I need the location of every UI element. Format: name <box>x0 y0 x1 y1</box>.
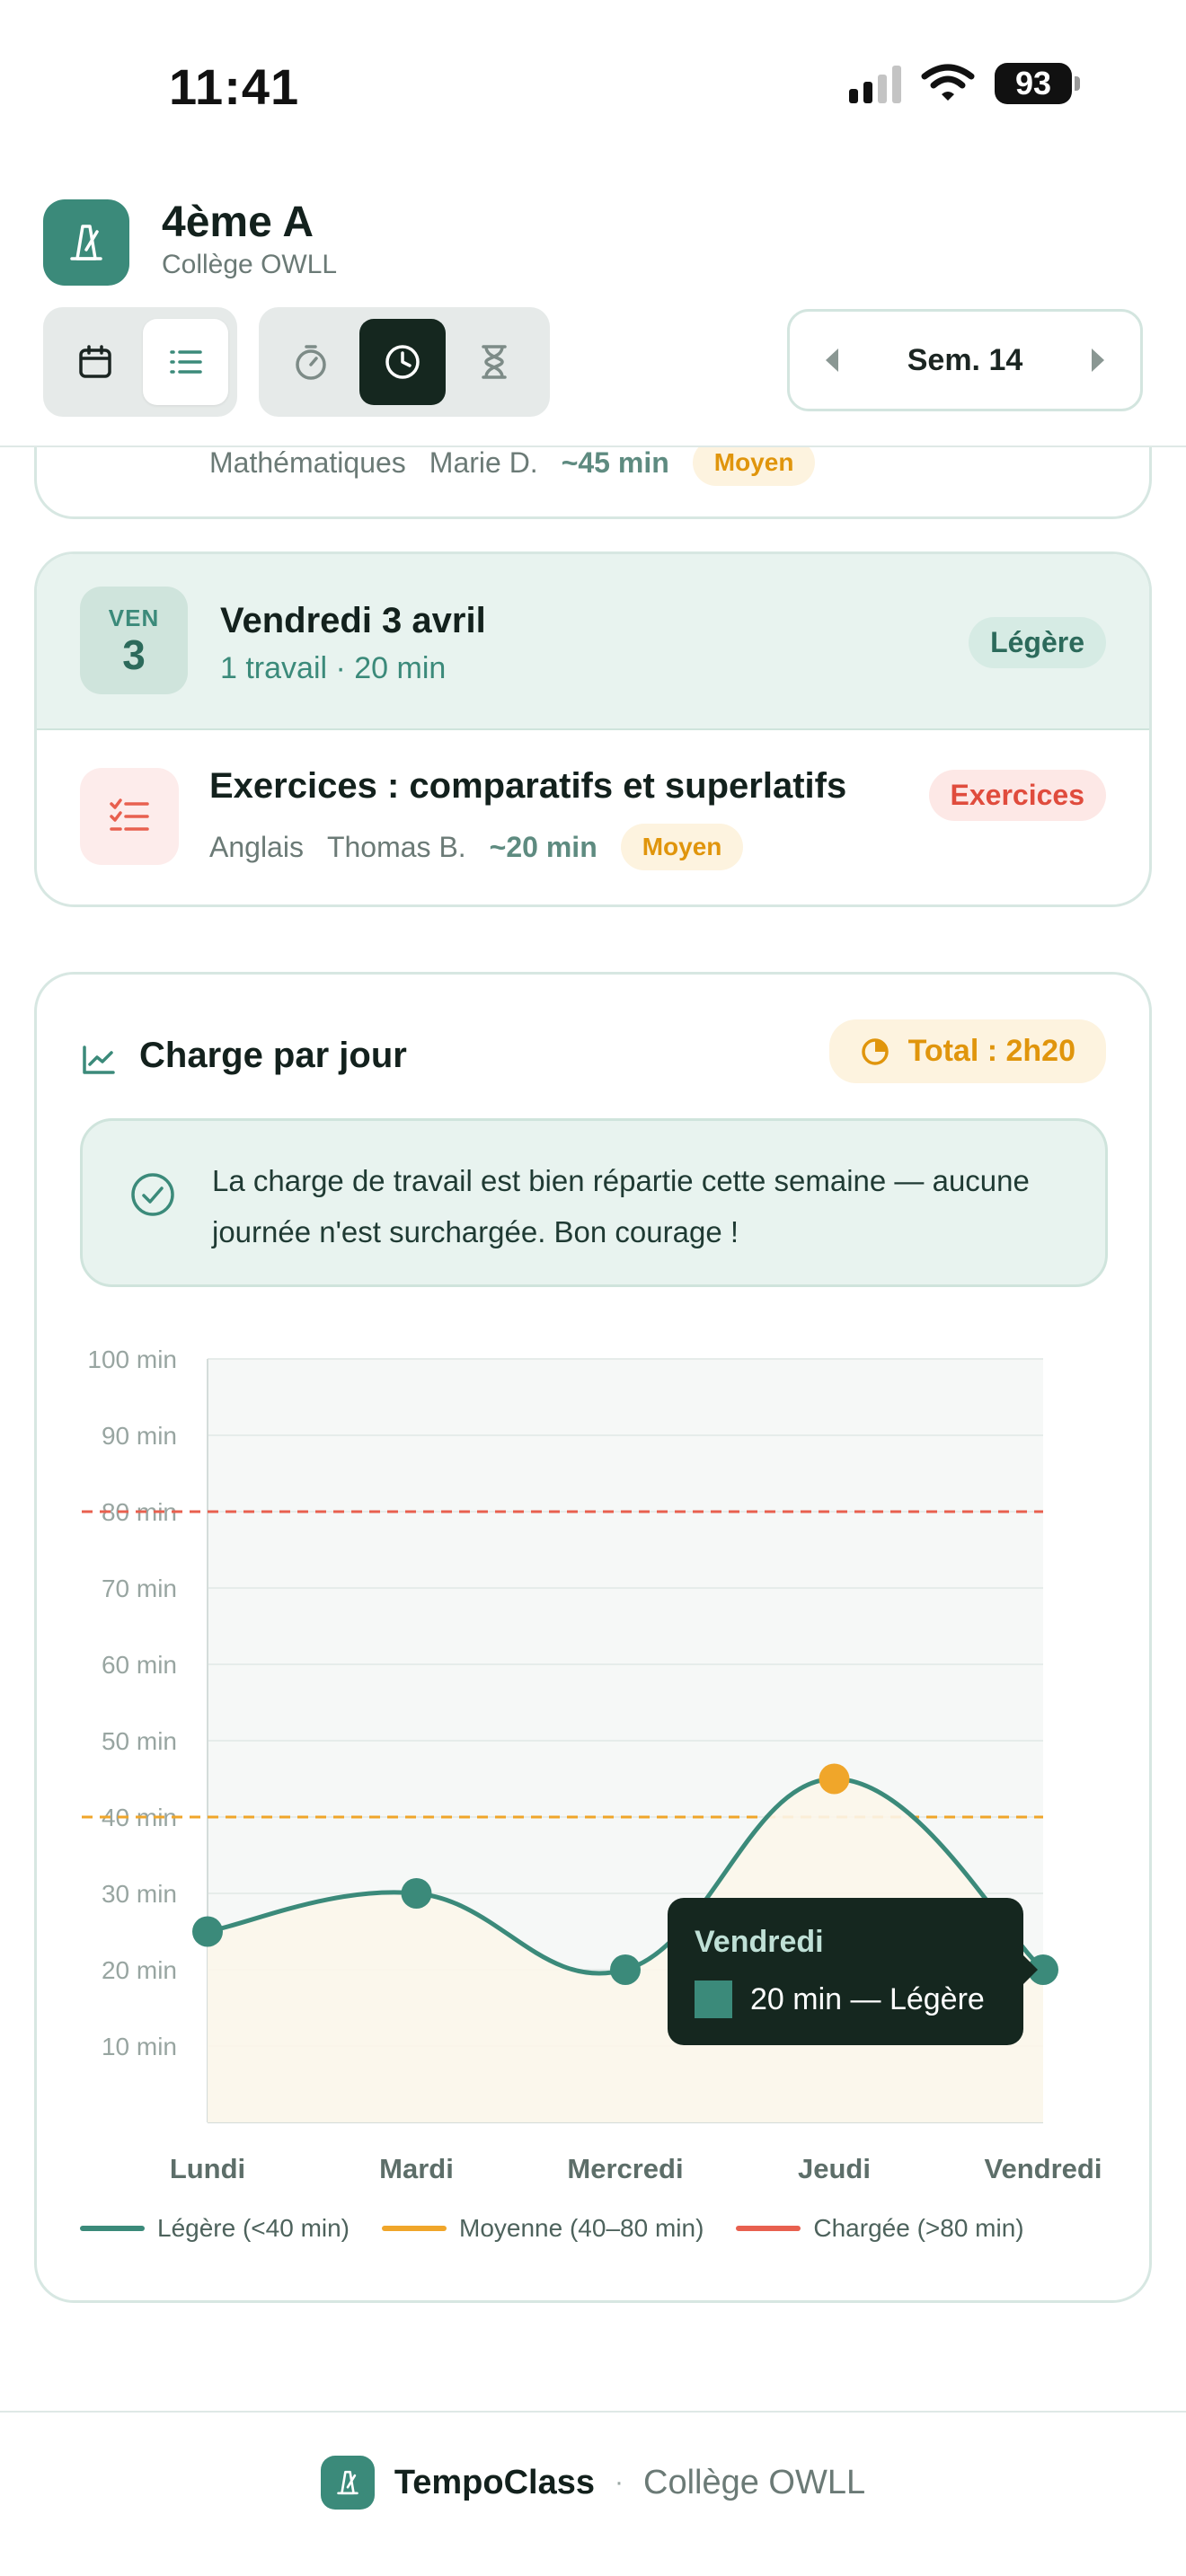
checklist-icon <box>80 768 179 865</box>
y-tick-label: 90 min <box>102 1422 177 1450</box>
timer-icon <box>296 345 326 380</box>
timer-mode-button[interactable] <box>268 319 354 405</box>
next-week-button[interactable] <box>1084 345 1110 375</box>
date-badge-weekday: VEN <box>108 604 160 631</box>
y-tick-label: 100 min <box>87 1345 177 1373</box>
y-tick-label: 20 min <box>102 1956 177 1984</box>
y-tick-label: 70 min <box>102 1575 177 1602</box>
task-teacher: Marie D. <box>429 446 538 479</box>
day-title: Vendredi 3 avril <box>220 601 486 640</box>
calendar-view-button[interactable] <box>52 319 137 405</box>
task-title[interactable]: Exercices : comparatifs et superlatifs <box>209 766 846 807</box>
metronome-logo-icon <box>320 2456 375 2510</box>
task-duration: ~20 min <box>489 830 597 863</box>
y-tick-label: 10 min <box>102 2033 177 2060</box>
prev-week-button[interactable] <box>820 345 845 375</box>
legend-label: Chargée (>80 min) <box>813 2214 1024 2242</box>
battery-icon: 93 <box>995 63 1080 104</box>
task-meta: Anglais Thomas B. ~20 min Moyen <box>209 824 744 870</box>
legend-item-chargee: Chargée (>80 min) <box>736 2214 1024 2243</box>
clock-mode-button[interactable] <box>359 319 446 405</box>
app-footer: TempoClass · Collège OWLL <box>0 2456 1186 2510</box>
x-tick-label: Jeudi <box>798 2153 871 2184</box>
app-header: 4ème A Collège OWLL Sem. 14 <box>0 171 1186 447</box>
chart-legend: Légère (<40 min) Moyenne (40–80 min) Cha… <box>80 2214 1024 2243</box>
school-name: Collège OWLL <box>162 250 338 279</box>
week-label: Sem. 14 <box>907 342 1023 377</box>
status-icons: 93 <box>849 63 1080 104</box>
status-time: 11:41 <box>169 58 300 115</box>
legend-label: Moyenne (40–80 min) <box>459 2214 704 2242</box>
footer-separator: · <box>615 2467 624 2497</box>
legend-item-legere: Légère (<40 min) <box>80 2214 350 2243</box>
footer-app-name: TempoClass <box>394 2463 595 2501</box>
data-point-jeudi <box>819 1763 850 1795</box>
x-tick-label: Mercredi <box>567 2153 683 2184</box>
view-toggle <box>43 307 237 417</box>
day-card-header: VEN 3 Vendredi 3 avril 1 travail · 20 mi… <box>37 554 1149 730</box>
chart-tooltip <box>668 1898 1023 2045</box>
task-teacher: Thomas B. <box>326 830 466 863</box>
x-tick-label: Mardi <box>379 2153 454 2184</box>
task-subject: Anglais <box>209 830 304 863</box>
calendar-icon <box>78 345 111 378</box>
workload-line-chart[interactable]: 100 min90 min80 min70 min60 min50 min40 … <box>37 975 1152 2303</box>
class-title: 4ème A <box>162 198 314 246</box>
data-point-mercredi <box>610 1954 641 1985</box>
hourglass-icon <box>482 345 507 379</box>
x-tick-label: Lundi <box>170 2153 245 2184</box>
hourglass-mode-button[interactable] <box>451 319 537 405</box>
day-card-friday[interactable]: VEN 3 Vendredi 3 avril 1 travail · 20 mi… <box>34 551 1152 907</box>
mode-toggle <box>259 307 550 417</box>
week-navigator: Sem. 14 <box>787 309 1143 411</box>
wifi-icon <box>921 64 975 101</box>
task-subject: Mathématiques <box>209 446 406 479</box>
y-tick-label: 30 min <box>102 1880 177 1908</box>
clock-icon <box>385 345 420 379</box>
battery-level: 93 <box>995 63 1072 104</box>
metronome-logo-icon <box>43 199 129 286</box>
data-point-lundi <box>192 1916 223 1947</box>
list-view-button[interactable] <box>143 319 228 405</box>
task-type-badge: Exercices <box>928 770 1106 821</box>
tooltip-value: 20 min — Légère <box>750 1982 985 2016</box>
date-badge: VEN 3 <box>80 587 188 694</box>
y-tick-label: 60 min <box>102 1651 177 1679</box>
day-summary: 1 travail · 20 min <box>220 651 447 685</box>
footer-school: Collège OWLL <box>643 2463 866 2501</box>
footer-divider <box>0 2411 1186 2413</box>
legend-item-moyenne: Moyenne (40–80 min) <box>382 2214 704 2243</box>
difficulty-badge: Moyen <box>620 824 744 870</box>
date-badge-day: 3 <box>122 631 146 678</box>
tooltip-title: Vendredi <box>695 1925 824 1959</box>
status-bar: 11:41 93 <box>0 0 1186 171</box>
y-tick-label: 50 min <box>102 1727 177 1755</box>
list-icon <box>169 350 202 374</box>
workload-chart-card: Charge par jour Total : 2h20 La charge d… <box>34 972 1152 2303</box>
data-point-mardi <box>401 1878 432 1909</box>
signal-icon <box>849 64 901 103</box>
task-duration: ~45 min <box>561 446 669 479</box>
x-tick-label: Vendredi <box>985 2153 1102 2184</box>
tooltip-swatch <box>695 1981 732 2018</box>
legend-label: Légère (<40 min) <box>157 2214 350 2242</box>
load-badge: Légère <box>969 617 1106 668</box>
